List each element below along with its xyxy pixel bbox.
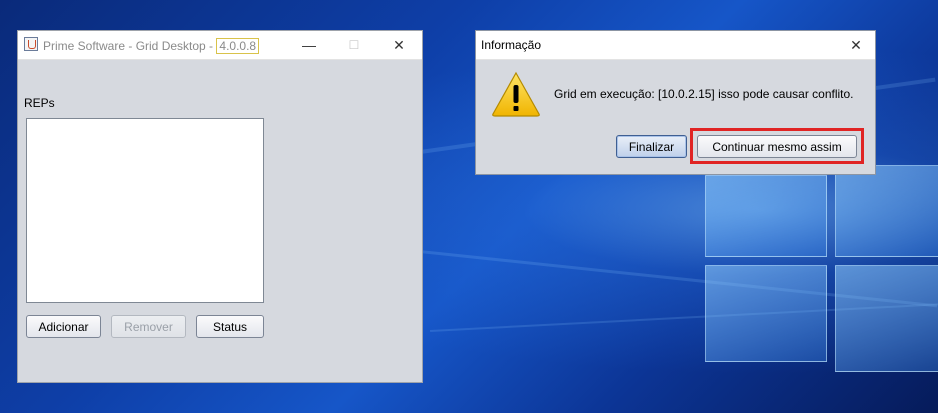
windows-logo-pane [835, 265, 938, 372]
warning-icon [492, 71, 540, 117]
dialog-titlebar[interactable]: Informação ✕ [476, 31, 875, 60]
main-window-title: Prime Software - Grid Desktop - 4.0.0.8 [43, 38, 260, 54]
main-window-titlebar[interactable]: Prime Software - Grid Desktop - 4.0.0.8 … [18, 31, 422, 60]
maximize-icon[interactable]: ☐ [331, 31, 377, 59]
dialog-close-icon[interactable]: ✕ [836, 31, 876, 59]
version-label: 4.0.0.8 [216, 38, 260, 54]
windows-logo-pane [705, 175, 827, 257]
windows-logo-pane [705, 265, 827, 362]
close-icon[interactable]: ✕ [376, 31, 422, 59]
dialog-message: Grid em execução: [10.0.2.15] isso pode … [554, 87, 854, 101]
remove-button[interactable]: Remover [111, 315, 186, 338]
add-button[interactable]: Adicionar [26, 315, 101, 338]
finish-button[interactable]: Finalizar [616, 135, 687, 158]
java-app-icon [24, 37, 38, 51]
status-button[interactable]: Status [196, 315, 264, 338]
reps-list[interactable] [26, 118, 264, 303]
info-dialog: Informação ✕ Grid em execução: [10.0.2.1… [475, 30, 876, 175]
minimize-icon[interactable]: — [286, 31, 332, 59]
reps-label: REPs [24, 96, 55, 110]
main-window: Prime Software - Grid Desktop - 4.0.0.8 … [17, 30, 423, 383]
continue-anyway-button[interactable]: Continuar mesmo assim [697, 135, 857, 158]
windows-logo-pane [835, 165, 938, 257]
dialog-title: Informação [481, 38, 542, 52]
